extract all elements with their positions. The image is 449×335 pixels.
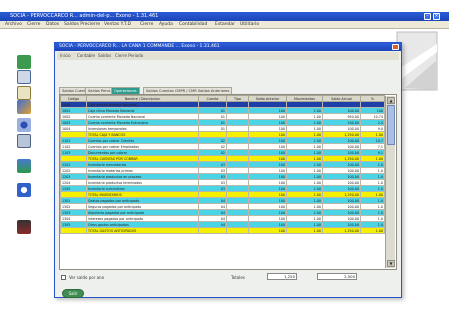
table-cell: 100: [248, 227, 287, 234]
screen: SOCIA - PERVOCCARCO R... admin-del-p... …: [0, 0, 449, 335]
dialog-titlebar: SOCIA - PERVOCCARCO R... LA CANA 1 COMMA…: [55, 43, 401, 51]
launcher-file-icon[interactable]: [17, 86, 31, 100]
tab-saldos-pend[interactable]: Saldos Pend.: [85, 87, 114, 94]
totals-label: Totales: [231, 275, 245, 280]
launcher-printer-icon[interactable]: [17, 134, 31, 148]
dialog-subbar: Inicio Contable Saldos Cierre Periodo: [57, 52, 399, 60]
launcher-binoculars-icon[interactable]: [17, 118, 31, 132]
table-vertical-scrollbar[interactable]: ▲ ▼: [385, 96, 395, 268]
subbar-item-saldos[interactable]: Saldos: [98, 53, 111, 58]
table-cell: 1.00: [286, 227, 323, 234]
scroll-up-arrow-icon[interactable]: ▲: [387, 97, 395, 104]
operations-table: Codigo Nombre / Descripcion Cuenta Tipo …: [60, 95, 385, 234]
show-year-balance-checkbox[interactable]: [61, 275, 66, 280]
launcher-home-icon[interactable]: [17, 55, 31, 69]
menu-item-utilitario[interactable]: Utilitario: [240, 22, 259, 27]
dialog-close-icon[interactable]: [392, 44, 399, 50]
app-titlebar: SOCIA - PERVOCCARCO R... admin-del-p... …: [0, 12, 449, 21]
operations-dialog: SOCIA - PERVOCCARCO R... LA CANA 1 COMMA…: [54, 42, 402, 298]
subbar-item-contable[interactable]: Contable: [77, 53, 95, 58]
menu-item-cierre[interactable]: Cierre: [27, 22, 40, 27]
minimize-icon[interactable]: –: [424, 13, 431, 20]
table-cell: [226, 227, 249, 234]
menu-item-estandar[interactable]: Estandar: [215, 22, 235, 27]
operations-table-panel: Codigo Nombre / Descripcion Cuenta Tipo …: [59, 94, 397, 270]
menu-item-ventas[interactable]: Ventas Y.T.D: [104, 22, 131, 27]
show-year-balance-label: Ver saldo por ano: [69, 275, 105, 280]
subbar-item-inicio[interactable]: Inicio: [60, 53, 71, 58]
exit-button[interactable]: Salir: [62, 289, 84, 298]
menu-item-ayuda[interactable]: Ayuda: [159, 22, 173, 27]
table-cell: [60, 227, 87, 234]
total-movimientos-field: 1,250: [267, 273, 297, 280]
launcher-user-icon[interactable]: [17, 220, 31, 234]
scrollbar-thumb[interactable]: [387, 105, 395, 145]
launcher-settings-icon[interactable]: [17, 183, 31, 197]
close-icon[interactable]: ×: [433, 13, 440, 20]
launcher-document-icon[interactable]: [17, 70, 31, 84]
subbar-item-cierre[interactable]: Cierre Periodo: [115, 53, 143, 58]
table-cell: TOTAL GASTOS ANTICIPADOS: [86, 227, 199, 234]
dialog-title: SOCIA - PERVOCCARCO R... LA CANA 1 COMMA…: [59, 44, 220, 49]
table-cell: 1.00: [360, 227, 385, 234]
launcher-report-icon[interactable]: [17, 159, 31, 173]
table-cell: [198, 227, 227, 234]
table-cell: 1,250.00: [322, 227, 361, 234]
menu-item-datos[interactable]: Datos: [46, 22, 59, 27]
launcher-chart-icon[interactable]: [17, 100, 31, 114]
menu-item-cierre-2[interactable]: Cierre: [140, 22, 153, 27]
tab-operaciones[interactable]: Operaciones: [111, 87, 140, 94]
table-body: 1000 Caja ventas Moneda Nacional 1001 Caja …: [60, 101, 385, 234]
tab-saldos-anteriores[interactable]: Saldos Cuentas CMPR / CMR Saldos Anterio…: [143, 87, 233, 94]
menu-item-archivo[interactable]: Archivo: [5, 22, 22, 27]
menu-item-saldos[interactable]: Saldos Precierre: [64, 22, 100, 27]
app-title: SOCIA - PERVOCCARCO R... admin-del-p... …: [10, 13, 159, 19]
app-menubar: Archivo Cierre Datos Saldos Precierre Ve…: [0, 21, 449, 29]
scroll-down-arrow-icon[interactable]: ▼: [387, 260, 395, 267]
table-row[interactable]: TOTAL GASTOS ANTICIPADOS 100 1.00 1,250.00 1…: [60, 227, 385, 234]
menu-item-contabilidad[interactable]: Contabilidad: [179, 22, 207, 27]
total-saldo-actual-field: 2,500: [317, 273, 357, 280]
